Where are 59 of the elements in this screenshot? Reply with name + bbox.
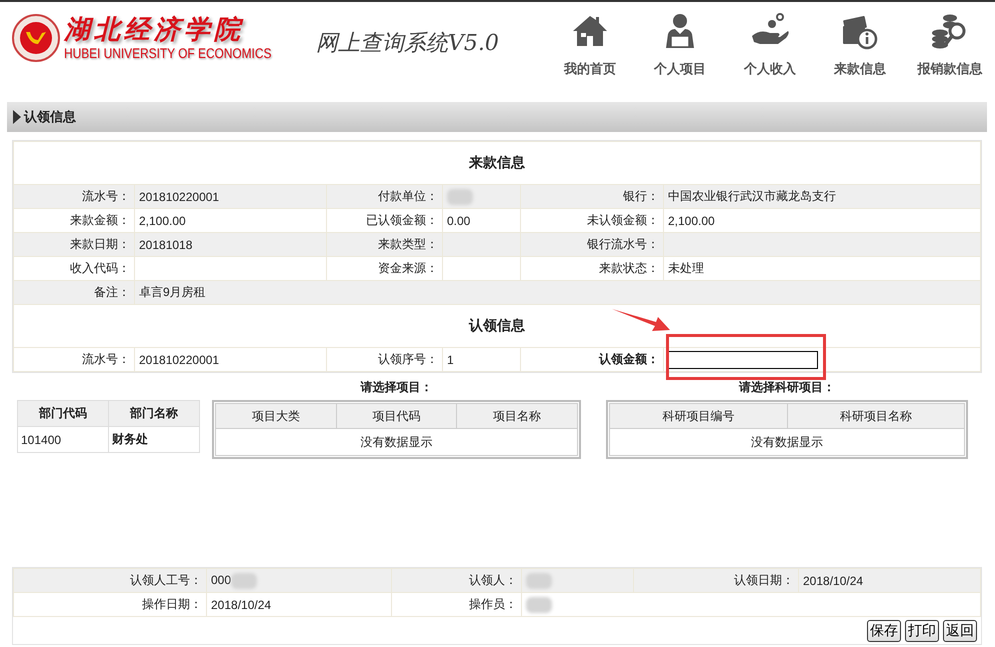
empty-message: 没有数据显示 [610,428,964,456]
action-button[interactable]: 打印 [905,620,939,642]
field-value: 中国农业银行武汉市藏龙岛支行 [668,189,836,203]
table-title: 请选择项目： [360,379,432,393]
field-value: 000 [211,572,232,587]
field-label: 来款日期： [14,232,134,256]
nav-link[interactable]: 个人收入 [725,12,815,78]
field-value: 2,100.00 [668,214,715,228]
field-label: 认领序号： [326,348,442,372]
triangle-icon [13,110,21,124]
field-value: 未处理 [668,261,704,275]
field-label: 认领日期： [634,568,798,592]
claim-amount-field[interactable] [668,350,818,368]
table-cell: 财务处 [108,426,200,452]
field-label: 流水号： [14,348,134,372]
field-value: 20181018 [139,238,192,252]
nav-link[interactable]: 来款信息 [815,12,905,78]
field-value: 201810220001 [139,190,220,204]
action-button[interactable]: 返回 [943,620,977,642]
column-header: 科研项目编号 [610,404,787,428]
field-value: 0.00 [447,214,470,228]
column-header: 科研项目名称 [787,404,964,428]
empty-message: 没有数据显示 [216,428,578,456]
field-value: 2,100.00 [139,214,186,228]
field-label: 认领金额： [520,348,664,372]
field-value: 卓言9月房租 [139,285,206,299]
table-title: 认领信息 [469,317,525,333]
field-label: 付款单位： [326,184,442,208]
university-emblem-icon [12,14,60,62]
field-label: 银行： [520,184,664,208]
section-title: 认领信息 [24,108,76,126]
column-header: 部门名称 [108,400,200,426]
system-title: 网上查询系统V5.0 [316,30,499,58]
field-label: 操作员： [392,592,522,616]
nav-link[interactable]: 个人项目 [635,12,725,78]
university-english-name: HUBEI UNIVERSITY OF ECONOMICS [64,45,272,61]
field-value: 201810220001 [139,352,220,366]
field-value: 2018/10/24 [803,574,864,588]
field-label: 银行流水号： [520,232,664,256]
field-label: 来款类型： [326,232,442,256]
column-header: 项目大类 [216,404,336,428]
field-label: 认领人工号： [14,568,206,592]
annotation-arrow [612,308,670,332]
column-header: 部门代码 [18,400,108,426]
field-label: 认领人： [392,568,522,592]
field-label: 备注： [14,280,134,304]
field-value: 2018/10/24 [211,598,272,612]
table-title: 请选择科研项目： [739,379,835,393]
column-header: 项目代码 [336,404,457,428]
table-cell: 101400 [18,426,108,452]
field-label: 操作日期： [14,592,206,616]
field-label: 流水号： [14,184,134,208]
university-name: 湖北经济学院 [64,15,245,45]
nav-link[interactable]: 我的首页 [545,12,635,78]
table-title: 来款信息 [469,154,525,170]
nav-link[interactable]: 报销款信息 [905,12,995,78]
action-button[interactable]: 保存 [867,620,901,642]
column-header: 项目名称 [456,404,578,428]
field-value: 1 [447,352,454,366]
